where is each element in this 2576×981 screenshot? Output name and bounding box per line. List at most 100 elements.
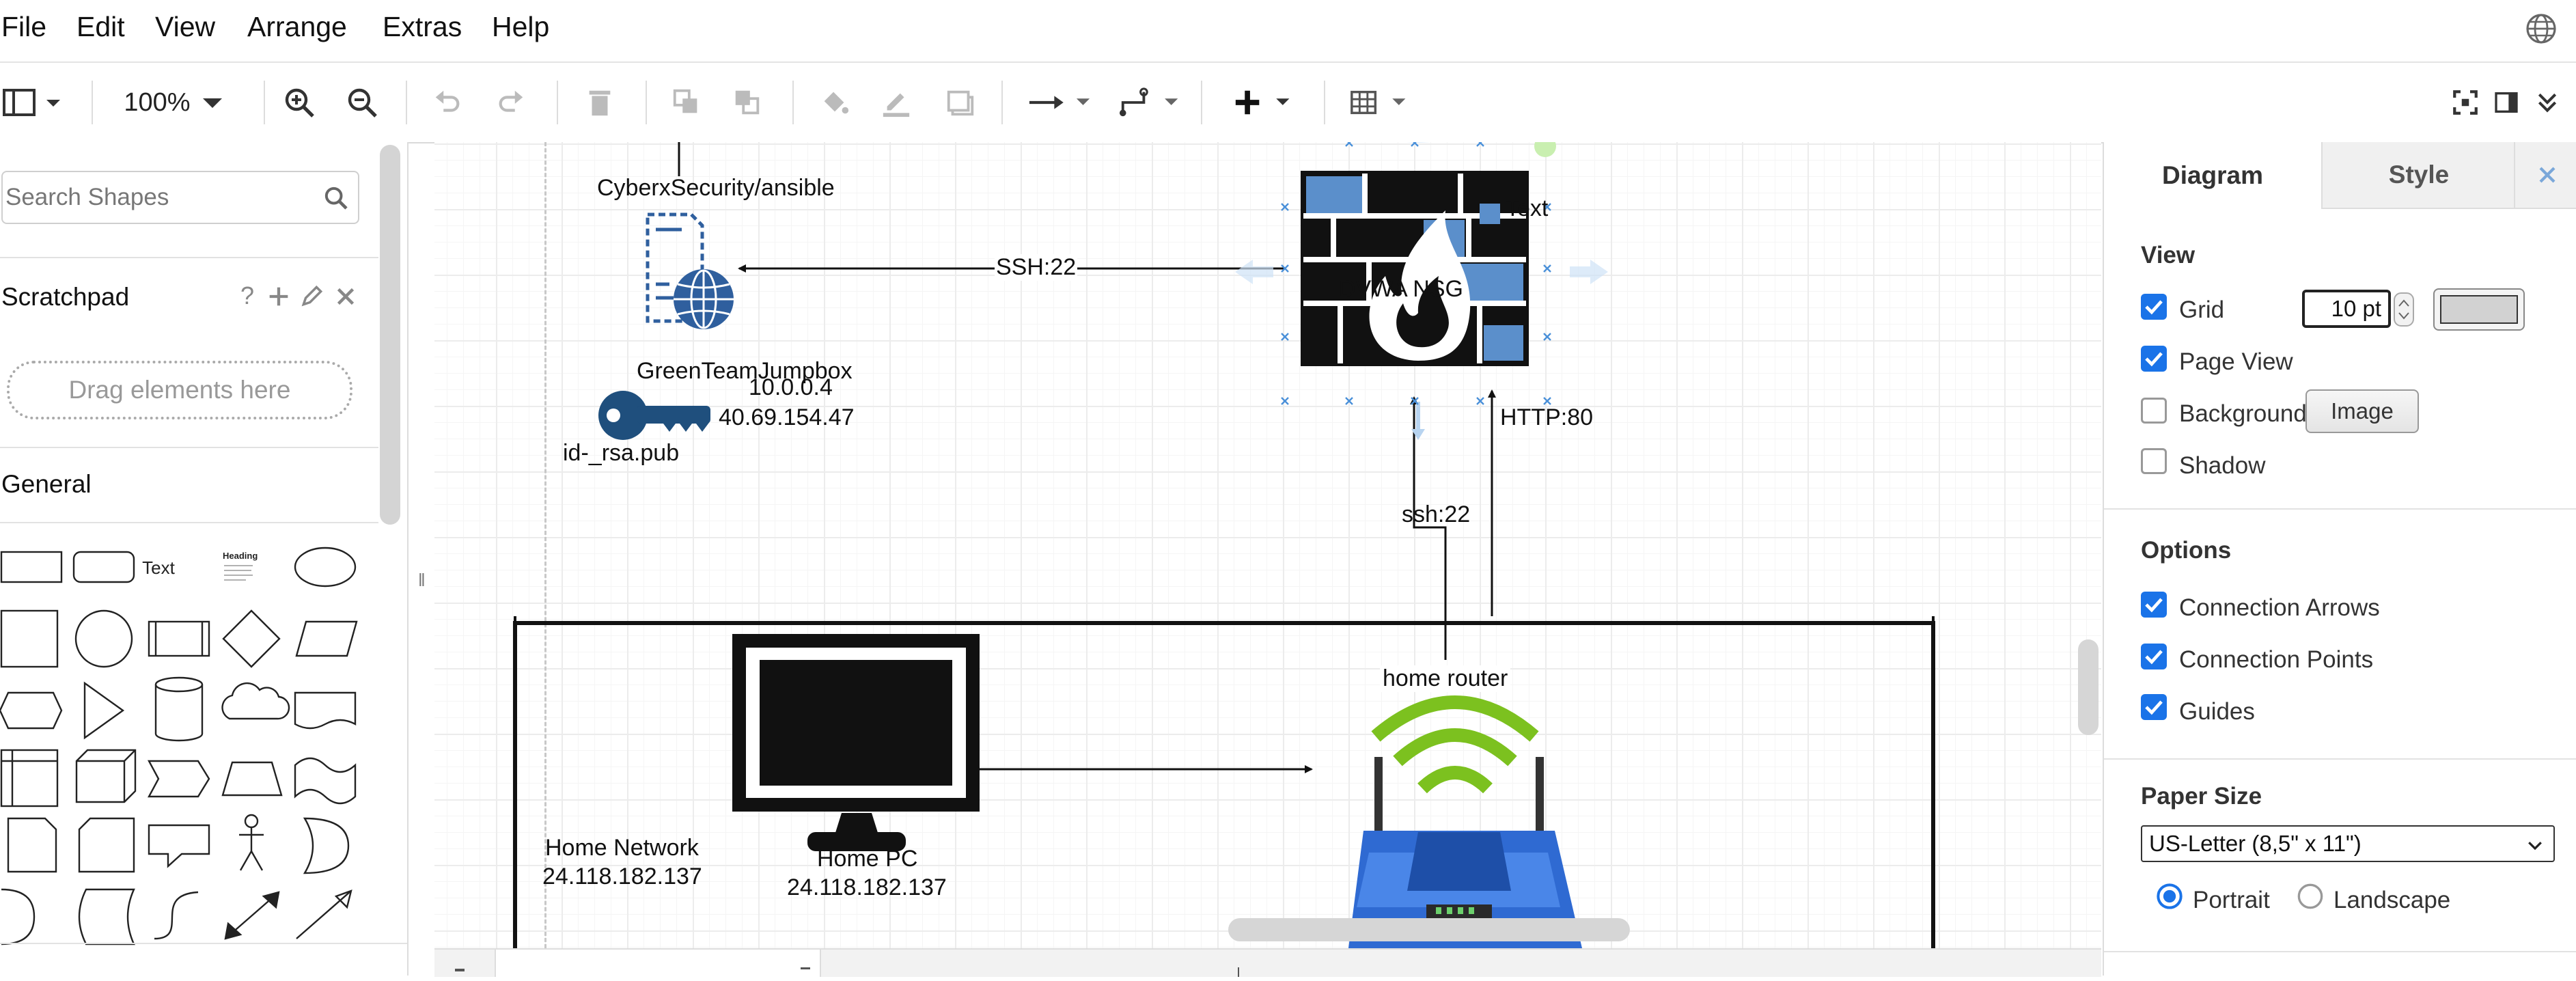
tab-style[interactable]: Style xyxy=(2321,142,2515,209)
menu-view[interactable]: View xyxy=(155,11,215,43)
to-front-button[interactable] xyxy=(666,63,707,142)
shape-cylinder[interactable] xyxy=(154,676,204,742)
canvas-vertical-scrollbar[interactable] xyxy=(2078,639,2099,735)
shape-callout[interactable] xyxy=(148,824,210,868)
shape-ellipse[interactable] xyxy=(294,547,357,588)
undo-button[interactable] xyxy=(427,63,468,142)
zoom-in-button[interactable] xyxy=(279,63,320,142)
shape-document[interactable] xyxy=(294,691,357,730)
shape-parallelogram[interactable] xyxy=(295,620,358,657)
landscape-radio[interactable] xyxy=(2297,883,2324,910)
guides-checkbox[interactable] xyxy=(2141,694,2167,720)
home-pc-label[interactable]: Home PC xyxy=(817,846,917,872)
http-80-label[interactable]: HTTP:80 xyxy=(1500,404,1593,431)
close-panel-button[interactable] xyxy=(2514,142,2576,209)
dvwa-nsg-firewall-icon[interactable] xyxy=(1301,171,1529,366)
redo-button[interactable] xyxy=(490,63,531,142)
insert-button[interactable] xyxy=(1227,63,1302,142)
delete-button[interactable] xyxy=(579,63,620,142)
shape-diamond[interactable] xyxy=(222,609,281,668)
general-section-title[interactable]: General xyxy=(1,470,92,499)
background-checkbox[interactable] xyxy=(2141,398,2167,424)
shape-arrow[interactable] xyxy=(296,889,352,939)
shadow-button[interactable] xyxy=(940,63,981,142)
connection-points-label[interactable]: Connection Points xyxy=(2179,646,2373,674)
to-back-button[interactable] xyxy=(727,63,768,142)
menu-edit[interactable]: Edit xyxy=(77,11,125,43)
shape-internal-storage[interactable] xyxy=(0,749,59,807)
waypoints-button[interactable] xyxy=(1116,63,1185,142)
connection-points-checkbox[interactable] xyxy=(2141,644,2167,669)
search-shapes-input[interactable]: Search Shapes xyxy=(1,171,359,224)
canvas-horizontal-scrollbar[interactable] xyxy=(1228,918,1630,941)
jumpbox-public-ip[interactable]: 40.69.154.47 xyxy=(719,404,855,431)
shape-process[interactable] xyxy=(148,620,210,657)
shadow-label[interactable]: Shadow xyxy=(2179,452,2265,480)
menu-help[interactable]: Help xyxy=(492,11,549,43)
fullscreen-button[interactable] xyxy=(2448,63,2482,142)
repo-label[interactable]: CyberxSecurity/ansible xyxy=(597,175,835,202)
shape-delay[interactable] xyxy=(1,888,36,945)
shape-actor[interactable] xyxy=(239,814,264,871)
connection-style-button[interactable] xyxy=(1022,63,1097,142)
shape-data-storage[interactable] xyxy=(78,888,135,945)
scratchpad-dropzone[interactable]: Drag elements here xyxy=(7,361,352,419)
shape-cloud[interactable] xyxy=(221,682,290,720)
zoom-dropdown[interactable]: 100% xyxy=(116,63,232,142)
scratchpad-close-icon[interactable] xyxy=(333,284,358,309)
portrait-label[interactable]: Portrait xyxy=(2193,887,2270,914)
rotate-handle[interactable] xyxy=(1534,142,1556,157)
table-button[interactable] xyxy=(1343,63,1418,142)
shape-triangle[interactable] xyxy=(83,681,125,740)
home-router-label[interactable]: home router xyxy=(1380,665,1511,692)
grid-size-input[interactable]: 10 pt xyxy=(2302,290,2391,328)
shape-card[interactable] xyxy=(78,817,135,873)
add-page-icon[interactable] xyxy=(801,967,810,979)
shape-note[interactable] xyxy=(7,817,57,873)
home-pc-ip[interactable]: 24.118.182.137 xyxy=(787,874,947,901)
format-panel-toggle-button[interactable] xyxy=(0,63,68,142)
zoom-out-button[interactable] xyxy=(342,63,383,142)
grid-checkbox[interactable] xyxy=(2141,294,2167,320)
router-ssh-22-label[interactable]: ssh:22 xyxy=(1402,501,1470,528)
language-globe-icon[interactable] xyxy=(2525,12,2558,45)
page-view-label[interactable]: Page View xyxy=(2179,348,2293,376)
guides-label[interactable]: Guides xyxy=(2179,698,2255,726)
fill-color-button[interactable] xyxy=(814,63,855,142)
ssh-key-icon[interactable] xyxy=(598,391,710,440)
shape-bidirectional-arrow[interactable] xyxy=(224,891,280,940)
menu-file[interactable]: File xyxy=(1,11,46,43)
nsg-label[interactable]: DVWA NSG xyxy=(1339,276,1463,303)
sidebar-resize-handle[interactable]: ǁ xyxy=(418,570,426,591)
home-router-icon[interactable] xyxy=(1348,695,1582,948)
tab-diagram[interactable]: Diagram xyxy=(2104,142,2321,209)
paper-size-select[interactable]: US-Letter (8,5" x 11") xyxy=(2141,825,2555,862)
background-image-button[interactable]: Image xyxy=(2305,389,2419,433)
home-network-container[interactable] xyxy=(513,621,1935,948)
shape-heading[interactable]: Heading xyxy=(223,551,258,561)
search-icon[interactable] xyxy=(322,184,350,212)
diagram-canvas[interactable]: CyberxSecurity/ansible SSH:22 Text DVWA … xyxy=(434,142,2101,948)
page-view-checkbox[interactable] xyxy=(2141,346,2167,372)
menu-arrange[interactable]: Arrange xyxy=(247,11,347,43)
sidebar-scrollbar[interactable] xyxy=(380,145,400,525)
portrait-radio[interactable] xyxy=(2156,883,2183,910)
home-network-label[interactable]: Home Network xyxy=(545,835,699,861)
shape-square[interactable] xyxy=(0,609,59,668)
background-label[interactable]: Background xyxy=(2179,400,2307,428)
grid-label[interactable]: Grid xyxy=(2179,296,2224,324)
landscape-label[interactable]: Landscape xyxy=(2333,887,2450,914)
shape-circle[interactable] xyxy=(74,609,133,668)
home-network-ip[interactable]: 24.118.182.137 xyxy=(542,863,702,890)
shape-hexagon[interactable] xyxy=(0,691,63,730)
shadow-checkbox[interactable] xyxy=(2141,448,2167,474)
shape-cube[interactable] xyxy=(75,749,137,803)
shape-text[interactable]: Text xyxy=(142,557,175,578)
jumpbox-server-icon[interactable] xyxy=(646,212,734,329)
shape-rounded-rectangle[interactable] xyxy=(72,551,135,583)
shape-trapezoid[interactable] xyxy=(221,761,283,797)
connection-arrows-label[interactable]: Connection Arrows xyxy=(2179,594,2380,622)
scratchpad-title[interactable]: Scratchpad xyxy=(1,283,129,312)
jumpbox-private-ip[interactable]: 10.0.0.4 xyxy=(749,374,833,401)
format-toggle-button[interactable] xyxy=(2489,63,2523,142)
